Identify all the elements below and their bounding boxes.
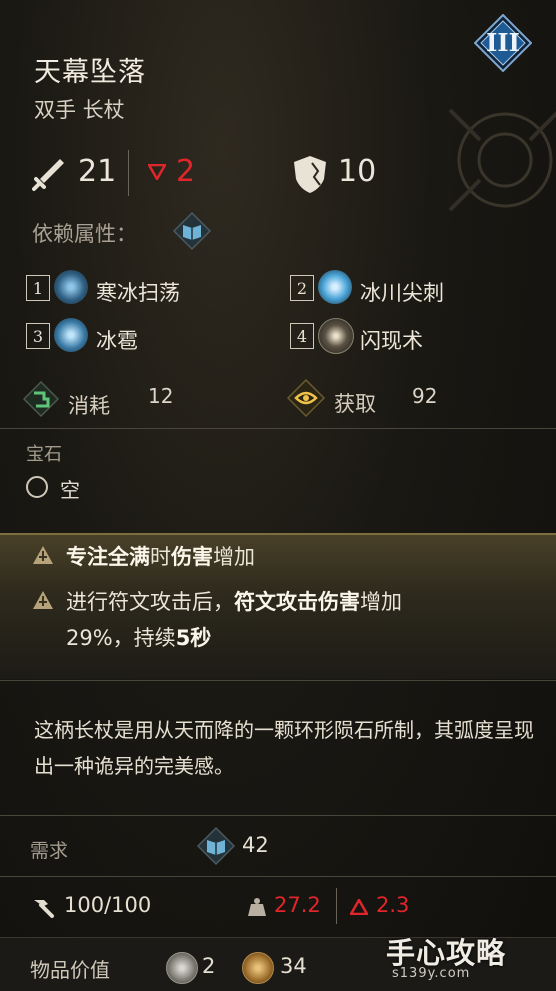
section-divider [0, 680, 556, 681]
durability-value: 100/100 [64, 893, 152, 917]
gem-header: 宝石 [26, 444, 62, 465]
rune-bullet-icon [33, 591, 53, 609]
section-divider [0, 428, 556, 429]
effect-2-cont: 29%，持续5秒 [66, 626, 212, 650]
damage-value: 21 [78, 154, 117, 189]
tier-badge: III [473, 13, 533, 73]
consume-value: 12 [148, 384, 174, 408]
item-tooltip-panel: 天幕坠落 双手 长杖 III 21 2 10 依赖属性： 1 寒冰扫荡 2 冰川… [0, 0, 556, 991]
item-type: 双手 长杖 [34, 98, 125, 122]
skill-4-name[interactable]: 闪现术 [360, 325, 423, 355]
effect-2: 进行符文攻击后，符文攻击伤害增加 [66, 590, 402, 614]
frost-sweep-icon [54, 270, 88, 304]
gold-value: 34 [280, 954, 307, 978]
gold-coin-icon [242, 952, 274, 984]
skill-2-name[interactable]: 冰川尖刺 [360, 277, 444, 307]
section-divider [0, 815, 556, 816]
decrease-triangle-icon [148, 164, 166, 180]
stat-divider [336, 888, 337, 924]
effect-1: 专注全满时伤害增加 [66, 545, 255, 569]
requirement-label: 需求 [30, 840, 69, 862]
increase-triangle-icon [350, 899, 368, 915]
gain-value: 92 [412, 384, 438, 408]
skill-slot-1-number: 1 [26, 275, 50, 301]
section-divider [0, 876, 556, 877]
intelligence-book-icon [172, 211, 212, 251]
skill-slot-2-number: 2 [290, 275, 314, 301]
rune-bullet-icon [33, 546, 53, 564]
glacial-spike-icon [318, 270, 352, 304]
hailstorm-icon [54, 318, 88, 352]
value-label: 物品价值 [30, 958, 110, 982]
skill-3-name[interactable]: 冰雹 [96, 325, 138, 355]
shield-icon [294, 156, 326, 193]
defense-value: 10 [338, 154, 377, 189]
item-name: 天幕坠落 [34, 57, 146, 88]
gain-label: 获取 [334, 392, 376, 416]
scaling-label: 依赖属性： [32, 222, 137, 246]
weight-delta: 2.3 [376, 893, 410, 917]
ornament-decoration [448, 108, 556, 212]
consume-label: 消耗 [68, 394, 110, 418]
skill-1-name[interactable]: 寒冰扫荡 [96, 277, 180, 307]
hammer-icon [34, 900, 54, 918]
blink-icon [318, 318, 354, 354]
intelligence-book-icon [196, 826, 236, 866]
damage-delta: 2 [176, 154, 196, 189]
sword-icon [32, 159, 64, 191]
watermark-url: s139y.com [392, 966, 471, 981]
focus-gain-icon [286, 378, 326, 418]
empty-gem-slot-icon[interactable] [26, 476, 48, 498]
silver-value: 2 [202, 954, 216, 978]
requirement-value: 42 [242, 833, 269, 857]
silver-coin-icon [166, 952, 198, 984]
weight-value: 27.2 [274, 893, 321, 917]
item-description: 这柄长杖是用从天而降的一颗环形陨石所制，其弧度呈现出一种诡异的完美感。 [34, 718, 534, 778]
focus-cost-icon [22, 380, 60, 418]
tier-label: III [486, 28, 520, 57]
weight-icon [248, 898, 266, 916]
skill-slot-4-number: 4 [290, 323, 314, 349]
skill-slot-3-number: 3 [26, 323, 50, 349]
stat-divider [128, 150, 129, 196]
gem-slot-label: 空 [60, 478, 80, 502]
